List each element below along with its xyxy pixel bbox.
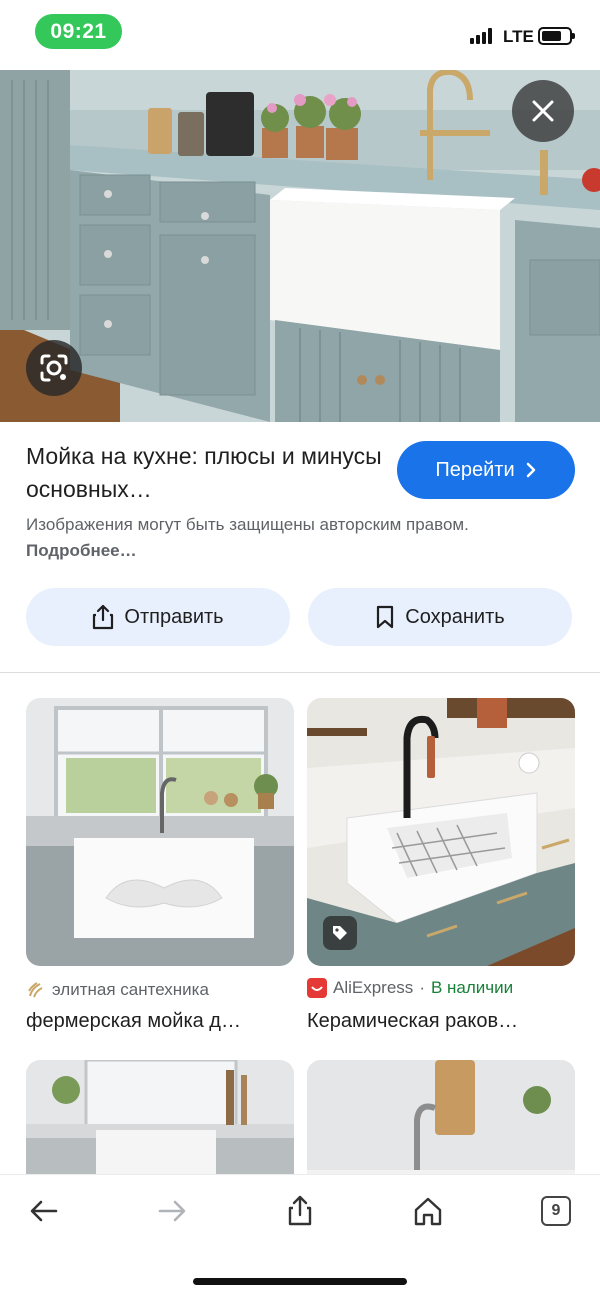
home-icon — [414, 1197, 442, 1226]
visit-button-label: Перейти — [435, 458, 515, 481]
result-source-1: элитная сантехника — [26, 980, 209, 1000]
tabs-button[interactable]: 9 — [526, 1191, 586, 1231]
bookmark-icon — [377, 605, 394, 629]
close-icon — [532, 100, 554, 122]
visit-button[interactable]: Перейти — [397, 441, 575, 499]
chevron-right-icon — [526, 462, 535, 478]
hero-image[interactable] — [0, 70, 600, 422]
back-icon — [30, 1200, 58, 1222]
home-indicator — [193, 1278, 407, 1285]
signal-icon — [470, 28, 492, 44]
copyright-notice: Изображения могут быть защищены авторски… — [26, 512, 496, 564]
separator-dot: · — [419, 978, 425, 997]
availability-badge: В наличии — [430, 978, 514, 997]
save-button[interactable]: Сохранить — [308, 588, 572, 646]
status-time: 09:21 — [35, 14, 122, 49]
lens-icon — [40, 354, 68, 382]
save-label: Сохранить — [405, 605, 505, 628]
network-label: LTE — [503, 27, 534, 46]
aliexpress-logo-icon — [307, 978, 327, 998]
share-label: Отправить — [124, 605, 224, 628]
home-button[interactable] — [398, 1191, 458, 1231]
share-button[interactable]: Отправить — [26, 588, 290, 646]
result-source-name: AliExpress — [333, 978, 414, 997]
learn-more-link[interactable]: Подробнее… — [26, 541, 137, 560]
result-title-1[interactable]: фермерская мойка д… — [26, 1010, 241, 1033]
lens-button[interactable] — [26, 340, 82, 396]
share-page-button[interactable] — [270, 1191, 330, 1231]
tag-icon — [323, 916, 357, 950]
forward-button[interactable] — [142, 1191, 202, 1231]
close-button[interactable] — [512, 80, 574, 142]
status-bar: 09:21 LTE — [0, 0, 600, 66]
result-title-2[interactable]: Керамическая раков… — [307, 1010, 518, 1033]
divider — [0, 672, 600, 673]
result-image-2[interactable] — [307, 698, 575, 966]
copyright-text: Изображения могут быть защищены авторски… — [26, 515, 469, 534]
tab-count: 9 — [541, 1196, 571, 1226]
share-icon — [93, 604, 114, 630]
result-source-2: AliExpress · В наличии — [307, 978, 513, 998]
share-icon — [288, 1195, 312, 1226]
forward-icon — [158, 1200, 186, 1222]
battery-icon — [538, 27, 575, 45]
back-button[interactable] — [14, 1191, 74, 1231]
image-title[interactable]: Мойка на кухне: плюсы и минусы основных… — [26, 440, 386, 506]
site-logo-icon — [28, 982, 43, 998]
result-source-name: элитная сантехника — [52, 980, 209, 999]
result-image-1[interactable] — [26, 698, 294, 966]
